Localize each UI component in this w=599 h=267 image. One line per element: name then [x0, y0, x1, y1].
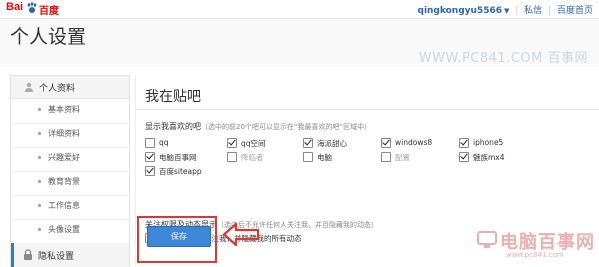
sidebar-item-interests[interactable]: 兴趣爱好 — [11, 147, 129, 172]
caret-down-icon[interactable]: ▼ — [504, 7, 509, 15]
favorites-heading: 显示我喜欢的吧（选中的前20个吧可以显示在“我最喜欢的吧”区域中） — [145, 121, 371, 132]
favorite-checkbox[interactable]: 电脑百事网 — [145, 151, 220, 163]
sidebar-item-label: 头像设置 — [48, 225, 80, 234]
bullet — [38, 228, 41, 231]
page-title: 个人设置 — [10, 26, 87, 48]
favorites-hint: （选中的前20个吧可以显示在“我最喜欢的吧”区域中） — [201, 123, 372, 131]
checkbox-checked[interactable] — [459, 152, 469, 162]
sidebar-item-basic[interactable]: 基本资料 — [11, 99, 129, 124]
logo-text: Bai — [6, 1, 24, 13]
checkbox-label: windows8 — [395, 138, 433, 147]
checkbox-label: 海派甜心 — [317, 139, 347, 148]
bullet — [38, 204, 41, 207]
checkbox-label: 降临者 — [241, 153, 264, 162]
bullet — [38, 180, 41, 183]
checkbox-label: 魅族mx4 — [473, 153, 505, 162]
checkbox-label: 电脑百事网 — [159, 153, 197, 162]
checkbox-unchecked[interactable] — [145, 138, 155, 148]
person-icon — [25, 82, 33, 92]
favorite-checkbox[interactable]: iphone5 — [459, 137, 534, 149]
checkbox-unchecked[interactable] — [303, 152, 313, 162]
favorite-checkbox[interactable]: 魅族mx4 — [459, 151, 534, 163]
bullet — [38, 108, 41, 111]
baidu-home-link[interactable]: 百度首页 — [557, 6, 593, 16]
sidebar-item-avatar[interactable]: 头像设置 — [11, 219, 129, 244]
divider: | — [515, 6, 519, 16]
top-links: qingkongyu5566 ▼ | 私信 | 百度首页 — [418, 3, 594, 16]
favorite-checkbox[interactable]: 降临者 — [227, 151, 302, 163]
logo-cn: 百度 — [39, 6, 59, 17]
top-bar: Bai 百度 qingkongyu5566 ▼ | 私信 | 百度首页 — [0, 0, 599, 19]
checkbox-label: 配置 — [395, 153, 410, 162]
section-title: 我在贴吧 — [145, 89, 201, 105]
baidu-logo[interactable]: Bai 百度 — [6, 1, 66, 17]
favorite-checkbox[interactable]: qq空间 — [227, 137, 302, 149]
paw-icon — [27, 2, 37, 13]
checkbox-checked[interactable] — [145, 166, 155, 176]
watermark-logo-url: www.pc841.com — [506, 251, 564, 259]
sidebar-item-privacy[interactable]: 隐私设置 — [11, 243, 129, 267]
active-indicator — [11, 243, 14, 267]
sidebar-item-label: 工作信息 — [48, 201, 80, 210]
sidebar-section-profile[interactable]: 个人资料 — [11, 76, 129, 99]
divider: | — [548, 6, 552, 16]
sidebar-item-label: 兴趣爱好 — [48, 153, 80, 162]
favorite-checkbox[interactable]: windows8 — [381, 137, 456, 149]
save-highlight-box: 保存 — [137, 216, 217, 263]
checkbox-label: 百度siteapp — [159, 167, 202, 176]
sidebar-item-label: 基本资料 — [48, 105, 80, 114]
favorite-checkbox[interactable]: 配置 — [381, 151, 456, 163]
checkbox-checked[interactable] — [459, 138, 469, 148]
messages-link[interactable]: 私信 — [524, 6, 542, 16]
checkbox-checked[interactable] — [227, 138, 237, 148]
divider — [136, 109, 599, 110]
sidebar-section-label: 个人资料 — [39, 84, 76, 94]
bullet — [38, 132, 41, 135]
sidebar-item-label: 教育背景 — [48, 177, 80, 186]
favorite-checkbox[interactable]: 百度siteapp — [145, 165, 220, 177]
checkbox-unchecked[interactable] — [381, 152, 391, 162]
arrow-left-icon — [222, 222, 260, 247]
checkbox-checked[interactable] — [145, 152, 155, 162]
sidebar-item-detail[interactable]: 详细资料 — [11, 123, 129, 148]
username-link[interactable]: qingkongyu5566 — [418, 6, 502, 16]
checkbox-unchecked[interactable] — [227, 152, 237, 162]
sidebar-item-label: 详细资料 — [48, 129, 80, 138]
bullet — [38, 156, 41, 159]
checkbox-label: qq空间 — [241, 139, 266, 148]
sidebar-item-label: 隐私设置 — [38, 252, 75, 262]
favorite-checkbox[interactable]: 海派甜心 — [303, 137, 378, 149]
sidebar-item-work[interactable]: 工作信息 — [11, 195, 129, 220]
checkbox-label: iphone5 — [473, 138, 504, 147]
sidebar: 个人资料 基本资料 详细资料 兴趣爱好 教育背景 工作信息 头像设置 隐私设置 — [10, 75, 130, 267]
favorite-checkbox[interactable]: qq — [145, 137, 220, 149]
watermark-logo: 电脑百事网 www.pc841.com — [476, 226, 596, 264]
lock-icon — [24, 249, 32, 260]
sidebar-item-education[interactable]: 教育背景 — [11, 171, 129, 196]
monitor-icon — [477, 231, 497, 248]
checkbox-label: 电脑 — [317, 153, 332, 162]
save-button[interactable]: 保存 — [147, 226, 211, 247]
checkbox-checked[interactable] — [381, 138, 391, 148]
checkbox-label: qq — [159, 138, 169, 147]
watermark-text: WWW.PC841.COM 百事网 — [418, 51, 588, 66]
favorites-label: 显示我喜欢的吧 — [145, 122, 201, 131]
favorite-checkbox[interactable]: 电脑 — [303, 151, 378, 163]
checkbox-checked[interactable] — [303, 138, 313, 148]
